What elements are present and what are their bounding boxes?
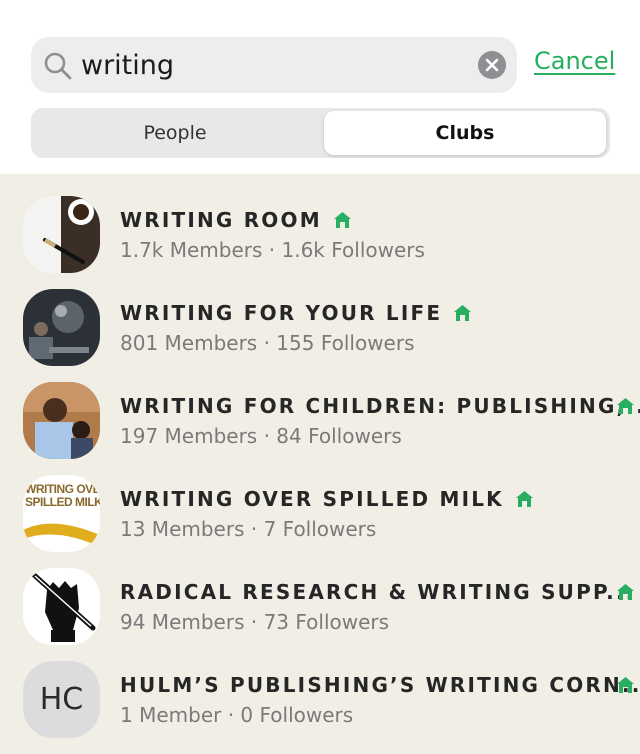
club-row[interactable]: HC HULM’S PUBLISHING’S WRITING CORN... 1… [0, 639, 640, 738]
club-avatar: WRITING OVER SPILLED MILK [23, 475, 100, 552]
club-initials: HC [23, 661, 100, 738]
club-stats: 1 Member · 0 Followers [120, 703, 354, 727]
search-header: Cancel People Clubs [0, 0, 640, 174]
club-name: WRITING ROOM [120, 208, 351, 232]
club-avatar [23, 289, 100, 366]
clear-search-icon[interactable] [478, 51, 506, 79]
club-row[interactable]: WRITING FOR YOUR LIFE 801 Members · 155 … [0, 267, 640, 366]
search-input[interactable] [81, 45, 461, 85]
club-row[interactable]: RADICAL RESEARCH & WRITING SUPP... 94 Me… [0, 546, 640, 645]
club-row[interactable]: WRITING OVER SPILLED MILK WRITING OVER S… [0, 453, 640, 552]
house-icon [515, 491, 533, 507]
club-name: HULM’S PUBLISHING’S WRITING CORN... [120, 673, 640, 697]
club-avatar [23, 196, 100, 273]
search-bar[interactable] [31, 37, 517, 93]
club-stats: 13 Members · 7 Followers [120, 517, 377, 541]
club-row[interactable]: WRITING FOR CHILDREN: PUBLISHING,... 197… [0, 360, 640, 459]
club-name: WRITING FOR CHILDREN: PUBLISHING,... [120, 394, 640, 418]
club-avatar: HC [23, 661, 100, 738]
club-name: RADICAL RESEARCH & WRITING SUPP... [120, 580, 636, 604]
house-icon [617, 398, 634, 414]
club-stats: 1.7k Members · 1.6k Followers [120, 238, 425, 262]
club-row[interactable]: WRITING ROOM 1.7k Members · 1.6k Followe… [0, 174, 640, 273]
club-stats: 801 Members · 155 Followers [120, 331, 415, 355]
club-stats: 197 Members · 84 Followers [120, 424, 402, 448]
svg-text:WRITING OVER: WRITING OVER [25, 482, 100, 496]
cancel-button[interactable]: Cancel [534, 47, 615, 75]
search-icon [44, 52, 72, 80]
club-name: WRITING OVER SPILLED MILK [120, 487, 533, 511]
tab-people[interactable]: People [34, 111, 316, 155]
club-avatar [23, 382, 100, 459]
club-avatar [23, 568, 100, 645]
club-stats: 94 Members · 73 Followers [120, 610, 390, 634]
club-name: WRITING FOR YOUR LIFE [120, 301, 472, 325]
house-icon [333, 212, 351, 228]
svg-text:SPILLED MILK: SPILLED MILK [25, 495, 100, 509]
house-icon [454, 305, 472, 321]
house-icon [617, 584, 634, 600]
house-icon [617, 677, 634, 693]
tab-clubs[interactable]: Clubs [324, 111, 606, 155]
search-type-segmented-control: People Clubs [31, 108, 610, 158]
